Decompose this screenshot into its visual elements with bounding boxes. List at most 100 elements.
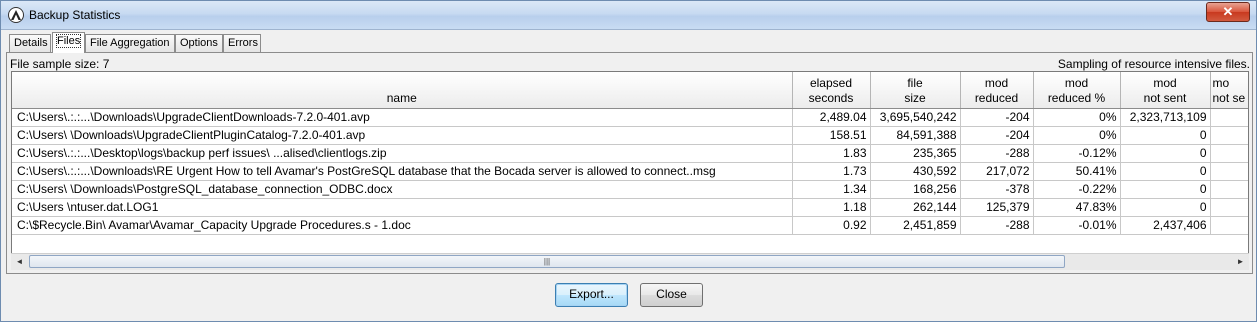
table-cell: 430,592 (870, 162, 961, 181)
table-cell (1210, 144, 1248, 163)
column-header-line2: seconds (808, 90, 854, 105)
table-cell: -204 (960, 126, 1034, 145)
table-cell: 0 (1120, 180, 1211, 199)
tab-errors[interactable]: Errors (223, 34, 261, 53)
table-cell: 50.41% (1033, 162, 1121, 181)
tab-file-aggregation-label: File Aggregation (90, 37, 170, 49)
file-name-cell: C:\Users \ntuser.dat.LOG1 (12, 198, 793, 217)
tab-details[interactable]: Details (9, 34, 51, 53)
column-header-line2: reduced (974, 90, 1019, 105)
table-cell: 3,695,540,242 (870, 108, 961, 127)
table-cell: 0.92 (792, 216, 871, 235)
close-button[interactable]: Close (640, 283, 703, 307)
table-cell: 47.83% (1033, 198, 1121, 217)
table-cell: 1.34 (792, 180, 871, 199)
column-header-line1: mod (984, 75, 1009, 90)
column-header-mod-not-sent-2[interactable]: mo not se (1210, 72, 1248, 109)
tab-files-label: Files (55, 34, 82, 48)
table-cell: 217,072 (960, 162, 1034, 181)
table-cell: 2,451,859 (870, 216, 961, 235)
tab-files[interactable]: Files (52, 32, 85, 53)
table-cell: 0 (1120, 162, 1211, 181)
tab-details-label: Details (14, 37, 48, 49)
column-header-mod-reduced[interactable]: mod reduced (960, 72, 1034, 109)
table-cell: -204 (960, 108, 1034, 127)
title-bar[interactable]: Backup Statistics ✕ (1, 1, 1256, 30)
table-cell: 1.18 (792, 198, 871, 217)
sampling-note: Sampling of resource intensive files. (1057, 57, 1250, 71)
table-cell: -0.01% (1033, 216, 1121, 235)
scroll-left-arrow-icon[interactable]: ◄ (11, 254, 28, 270)
table-header: name elapsed seconds file size mod reduced … (12, 72, 1248, 109)
file-name-cell: C:\Users\.:.:...\Downloads\RE Urgent How… (12, 162, 793, 181)
files-tab-panel: File sample size: 7 Sampling of resource… (6, 52, 1253, 274)
table-cell: 84,591,388 (870, 126, 961, 145)
column-header-line2: size (904, 90, 926, 105)
table-cell: 168,256 (870, 180, 961, 199)
table-row[interactable]: C:\Users\.:.:...\Downloads\UpgradeClient… (12, 108, 1248, 127)
tab-options-label: Options (180, 37, 218, 49)
column-header-mod-not-sent[interactable]: mod not sent (1120, 72, 1211, 109)
table-cell: 0 (1120, 126, 1211, 145)
table-row[interactable]: C:\Users\ \Downloads\UpgradeClientPlugin… (12, 126, 1248, 145)
column-header-line1: file (907, 75, 923, 90)
export-button[interactable]: Export... (555, 283, 628, 307)
scrollbar-thumb[interactable]: ||| (29, 255, 1065, 268)
table-cell: -288 (960, 144, 1034, 163)
column-header-line2: not se (1212, 90, 1246, 105)
table-cell: 262,144 (870, 198, 961, 217)
close-icon: ✕ (1222, 4, 1234, 19)
table-cell: 1.73 (792, 162, 871, 181)
file-name-cell: C:\Users\ \Downloads\UpgradeClientPlugin… (12, 126, 793, 145)
column-header-name[interactable]: name (12, 72, 793, 109)
table-cell: 235,365 (870, 144, 961, 163)
column-header-line2: reduced % (1047, 90, 1106, 105)
table-row[interactable]: C:\Users\ \Downloads\PostgreSQL_database… (12, 180, 1248, 199)
file-sample-size-label: File sample size: 7 (10, 57, 110, 71)
tab-errors-label: Errors (228, 37, 258, 49)
column-header-line1: mo (1212, 75, 1230, 90)
files-table: name elapsed seconds file size mod reduced … (11, 71, 1249, 255)
table-cell: -0.12% (1033, 144, 1121, 163)
table-cell: 2,489.04 (792, 108, 871, 127)
table-cell: 0 (1120, 144, 1211, 163)
table-cell: 125,379 (960, 198, 1034, 217)
file-name-cell: C:\Users\.:.:...\Downloads\UpgradeClient… (12, 108, 793, 127)
scrollbar-grip-icon: ||| (543, 257, 551, 266)
backup-statistics-window: Backup Statistics ✕ Details Files File A… (0, 0, 1257, 322)
column-header-line1: elapsed (809, 75, 853, 90)
file-name-cell: C:\Users\ \Downloads\PostgreSQL_database… (12, 180, 793, 199)
column-header-line2: name (386, 90, 417, 105)
tab-options[interactable]: Options (175, 34, 223, 53)
table-cell (1210, 126, 1248, 145)
table-cell: -378 (960, 180, 1034, 199)
file-name-cell: C:\Users\.:.:...\Desktop\logs\backup per… (12, 144, 793, 163)
table-row[interactable]: C:\Users\.:.:...\Desktop\logs\backup per… (12, 144, 1248, 163)
table-cell (1210, 180, 1248, 199)
table-cell: -0.22% (1033, 180, 1121, 199)
column-header-line1: mod (1064, 75, 1089, 90)
column-header-line2: not sent (1143, 90, 1187, 105)
table-cell: 6 (1210, 108, 1248, 127)
column-header-mod-reduced-percent[interactable]: mod reduced % (1033, 72, 1121, 109)
table-cell: 2,323,713,109 (1120, 108, 1211, 127)
table-row[interactable]: C:\Users\.:.:...\Downloads\RE Urgent How… (12, 162, 1248, 181)
tab-file-aggregation[interactable]: File Aggregation (85, 34, 175, 53)
close-window-button[interactable]: ✕ (1206, 2, 1250, 22)
export-button-label: Export... (569, 287, 614, 301)
horizontal-scrollbar[interactable]: ◄ ||| ► (11, 253, 1249, 270)
table-cell (1210, 198, 1248, 217)
table-row[interactable]: C:\$Recycle.Bin\ Avamar\Avamar_Capacity … (12, 216, 1248, 235)
table-row[interactable]: C:\Users \ntuser.dat.LOG1 1.18 262,144 125,… (12, 198, 1248, 217)
window-title: Backup Statistics (29, 8, 121, 22)
table-cell: -288 (960, 216, 1034, 235)
table-cell: 1.83 (792, 144, 871, 163)
table-cell: 2,437,406 (1120, 216, 1211, 235)
column-header-file-size[interactable]: file size (870, 72, 961, 109)
file-name-cell: C:\$Recycle.Bin\ Avamar\Avamar_Capacity … (12, 216, 793, 235)
column-header-elapsed-seconds[interactable]: elapsed seconds (792, 72, 871, 109)
scroll-right-arrow-icon[interactable]: ► (1232, 254, 1249, 270)
table-cell: 0% (1033, 126, 1121, 145)
table-cell: 9 (1210, 216, 1248, 235)
app-logo-icon (8, 7, 24, 23)
